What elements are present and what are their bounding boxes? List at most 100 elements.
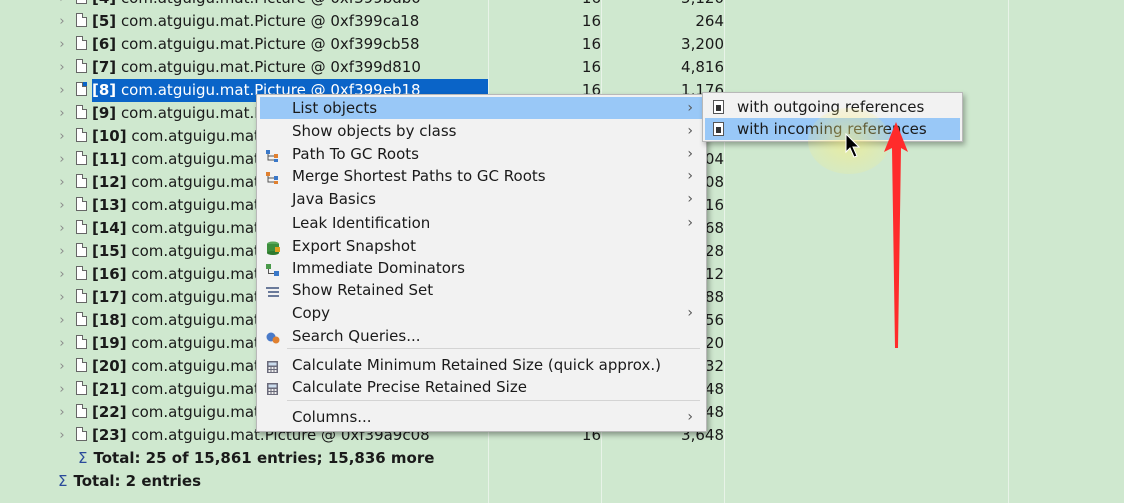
expand-chevron-icon[interactable]: › <box>55 0 69 6</box>
object-index: [16] <box>92 265 127 283</box>
expand-chevron-icon[interactable]: › <box>55 267 69 282</box>
object-file-icon <box>76 105 87 119</box>
object-name: com.atguigu.mat.Picture @ 0xf399cb58 <box>120 35 420 53</box>
calculator-icon <box>265 380 281 395</box>
menu-item-java-basics[interactable]: Java Basics › <box>260 188 703 210</box>
object-file-icon <box>76 13 87 27</box>
expand-chevron-icon[interactable]: › <box>55 175 69 190</box>
table-row[interactable]: › [7] com.atguigu.mat.Picture @ 0xf399d81… <box>0 56 1124 79</box>
expand-chevron-icon[interactable]: › <box>55 428 69 443</box>
menu-item-label: Search Queries... <box>292 327 421 345</box>
object-index: [15] <box>92 242 127 260</box>
menu-item-label: Copy <box>292 304 331 322</box>
object-file-icon <box>76 82 87 96</box>
object-name: com.atguigu.mat. <box>131 380 265 398</box>
object-index: [13] <box>92 196 127 214</box>
expand-chevron-icon[interactable]: › <box>55 382 69 397</box>
annotation-arrow <box>884 122 908 348</box>
chevron-right-icon: › <box>687 123 693 139</box>
menu-item-immediate-dominators[interactable]: Immediate Dominators <box>260 257 703 279</box>
menu-item-calculate-minimum-retained-size-quick-approx[interactable]: Calculate Minimum Retained Size (quick a… <box>260 354 703 376</box>
expand-chevron-icon[interactable]: › <box>55 313 69 328</box>
table-row[interactable]: › [4] com.atguigu.mat.Picture @ 0xf399bdb… <box>0 0 1124 10</box>
object-file-icon <box>76 0 87 4</box>
menu-item-label: Leak Identification <box>292 214 431 232</box>
expand-chevron-icon[interactable]: › <box>55 359 69 374</box>
menu-item-path-to-gc-roots[interactable]: Path To GC Roots › <box>260 143 703 165</box>
object-index: [12] <box>92 173 127 191</box>
object-name: com.atguigu.mat. <box>131 357 265 375</box>
objects-cell: 16 <box>581 12 601 30</box>
object-name: com.atguigu.mat. <box>131 334 265 352</box>
expand-chevron-icon[interactable]: › <box>55 106 69 121</box>
menu-item-leak-identification[interactable]: Leak Identification › <box>260 212 703 234</box>
object-index: [14] <box>92 219 127 237</box>
expand-chevron-icon[interactable]: › <box>55 83 69 98</box>
object-file-icon <box>76 404 87 418</box>
object-file-icon <box>76 197 87 211</box>
object-file-icon <box>76 128 87 142</box>
object-name-cell: [5] com.atguigu.mat.Picture @ 0xf399ca18 <box>92 10 488 33</box>
mouse-cursor-icon <box>845 133 861 158</box>
expand-chevron-icon[interactable]: › <box>55 405 69 420</box>
expand-chevron-icon[interactable]: › <box>55 60 69 75</box>
chevron-right-icon: › <box>687 100 693 116</box>
outer-total-text: Total: 2 entries <box>73 472 202 490</box>
outgoing-references-icon <box>713 100 724 114</box>
incoming-references-icon <box>713 122 724 136</box>
object-name-cell: [7] com.atguigu.mat.Picture @ 0xf399d810 <box>92 56 488 79</box>
object-index: [17] <box>92 288 127 306</box>
menu-item-label: Calculate Precise Retained Size <box>292 378 527 396</box>
menu-item-export-snapshot[interactable]: Export Snapshot <box>260 235 703 257</box>
sigma-icon: Σ <box>58 472 68 490</box>
object-file-icon <box>76 266 87 280</box>
expand-chevron-icon[interactable]: › <box>55 152 69 167</box>
expand-chevron-icon[interactable]: › <box>55 37 69 52</box>
menu-item-copy[interactable]: Copy › <box>260 302 703 324</box>
object-name-cell: [6] com.atguigu.mat.Picture @ 0xf399cb58 <box>92 33 488 56</box>
expand-chevron-icon[interactable]: › <box>55 198 69 213</box>
objects-cell: 16 <box>581 58 601 76</box>
object-file-icon <box>76 335 87 349</box>
object-index: [18] <box>92 311 127 329</box>
expand-chevron-icon[interactable]: › <box>55 129 69 144</box>
object-name: com.atguigu.mat. <box>131 265 265 283</box>
menu-item-merge-shortest-paths-to-gc-roots[interactable]: Merge Shortest Paths to GC Roots › <box>260 165 703 187</box>
object-name: com.atguigu.mat.P <box>120 104 264 122</box>
table-row[interactable]: › [5] com.atguigu.mat.Picture @ 0xf399ca1… <box>0 10 1124 33</box>
object-index: [10] <box>92 127 127 145</box>
expand-chevron-icon[interactable]: › <box>55 244 69 259</box>
menu-item-label: List objects <box>292 99 378 117</box>
object-name: com.atguigu.mat.Picture @ 0xf399bdb0 <box>121 0 421 7</box>
object-file-icon <box>76 381 87 395</box>
object-file-icon <box>76 289 87 303</box>
menu-item-list-objects[interactable]: List objects › <box>260 97 703 119</box>
object-file-icon <box>76 59 87 73</box>
expand-chevron-icon[interactable]: › <box>55 14 69 29</box>
object-index: [22] <box>92 403 127 421</box>
object-file-icon <box>76 36 87 50</box>
menu-item-columns[interactable]: Columns... › <box>260 406 703 428</box>
object-index: [8] <box>92 81 117 99</box>
menu-item-calculate-precise-retained-size[interactable]: Calculate Precise Retained Size <box>260 376 703 398</box>
object-index: [23] <box>92 426 127 444</box>
menu-item-show-objects-by-class[interactable]: Show objects by class › <box>260 120 703 142</box>
object-index: [20] <box>92 357 127 375</box>
menu-item-label: Immediate Dominators <box>292 259 465 277</box>
object-file-icon <box>76 243 87 257</box>
menu-item-label: Calculate Minimum Retained Size (quick a… <box>292 356 661 374</box>
expand-chevron-icon[interactable]: › <box>55 290 69 305</box>
table-row[interactable]: › [6] com.atguigu.mat.Picture @ 0xf399cb5… <box>0 33 1124 56</box>
calculator-icon <box>265 358 281 373</box>
menu-item-search-queries[interactable]: Search Queries... <box>260 325 703 347</box>
object-file-icon <box>76 174 87 188</box>
chevron-right-icon: › <box>687 305 693 321</box>
inner-total-row: Σ Total: 25 of 15,861 entries; 15,836 mor… <box>78 447 434 469</box>
object-name: com.atguigu.mat.Picture @ 0xf399d810 <box>120 58 421 76</box>
menu-item-show-retained-set[interactable]: Show Retained Set <box>260 279 703 301</box>
chevron-right-icon: › <box>687 409 693 425</box>
object-index: [21] <box>92 380 127 398</box>
inner-total-text: Total: 25 of 15,861 entries; 15,836 more <box>93 449 435 467</box>
expand-chevron-icon[interactable]: › <box>55 336 69 351</box>
expand-chevron-icon[interactable]: › <box>55 221 69 236</box>
